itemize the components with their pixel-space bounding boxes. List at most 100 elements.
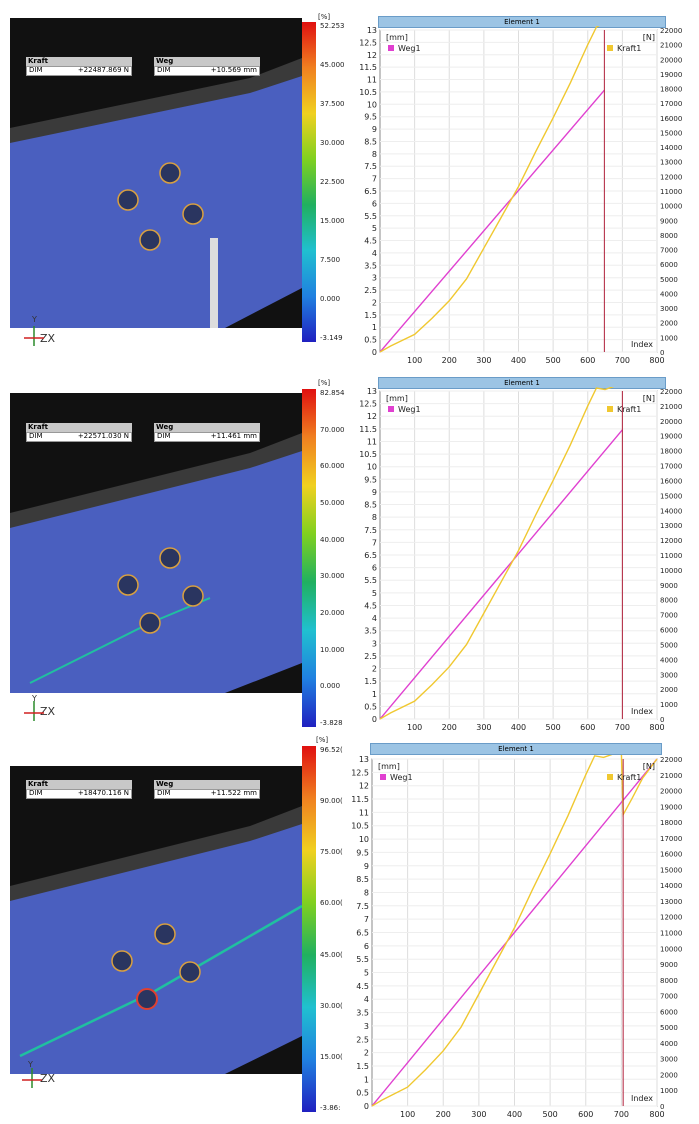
y-right-tick-label: 2000 <box>660 686 678 694</box>
x-tick-label: 700 <box>615 723 630 732</box>
axis-triad-icon <box>22 1068 42 1088</box>
colorbar-tick-label: 50.000 <box>320 499 345 507</box>
y-right-tick-label: 10000 <box>660 567 682 575</box>
y-right-tick-label: 1000 <box>660 334 678 342</box>
chart-svg: 100 200 300 400 500 600 700 80000.511.522.533.5… <box>359 26 682 365</box>
y-right-tick-label: 9000 <box>660 582 678 590</box>
y-right-tick-label: 5000 <box>660 276 678 284</box>
y-right-tick-label: 21000 <box>660 772 682 780</box>
kraft-value: +22487.869 N <box>77 66 129 74</box>
weg-value: +11.461 mm <box>210 432 257 440</box>
hole <box>159 547 181 569</box>
y-left-tick-label: 7.5 <box>364 162 377 171</box>
kraft-readout: Kraft DIM +22571.030 N <box>26 423 132 442</box>
colorbar-tick-label: 40.000 <box>320 535 345 544</box>
y-right-tick-label: 17000 <box>660 100 682 108</box>
colorbar-tick-label: 52.253 <box>320 22 345 30</box>
y-right-tick-label: 22000 <box>660 388 682 396</box>
y-left-tick-label: 10 <box>359 835 369 844</box>
y-left-tick-label: 3 <box>372 639 377 648</box>
y-right-tick-label: 20000 <box>660 418 682 426</box>
y-left-axis-label: [mm] <box>378 762 400 771</box>
y-left-tick-label: 4.5 <box>364 601 377 610</box>
legend-label-kraft: Kraft1 <box>617 405 641 414</box>
y-left-tick-label: 1 <box>372 323 377 332</box>
axis-zx-label: ZX <box>40 1072 56 1085</box>
y-left-tick-label: 10.5 <box>351 822 369 831</box>
chart-3: 100 200 300 400 500 600 700 800 0 0.5 1 1.5 2 2.5 3 3.5… <box>344 755 697 1124</box>
x-tick-label: 800 <box>649 723 664 732</box>
y-left-tick-label: 1 <box>372 690 377 699</box>
y-right-tick-label: 16000 <box>660 115 682 123</box>
y-left-tick-label: 1.5 <box>364 677 377 686</box>
y-left-tick-label: 12.5 <box>359 38 377 47</box>
y-left-tick-label: 5 <box>372 224 377 233</box>
y-left-tick-label: 12.5 <box>359 400 377 409</box>
y-right-tick-label: 8000 <box>660 232 678 240</box>
y-left-tick-label: 7.5 <box>356 902 369 911</box>
weg-label: Weg <box>154 423 260 432</box>
colorbar-tick-label: 60.00( <box>320 899 343 908</box>
y-left-tick-label: 4 <box>372 614 377 623</box>
x-tick-label: 400 <box>507 1110 522 1119</box>
y-left-tick-label: 6 <box>364 942 369 951</box>
x-tick-label: 600 <box>580 356 595 365</box>
y-left-tick-label: 5.5 <box>364 576 377 585</box>
legend-swatch-weg <box>380 774 386 780</box>
hole <box>159 162 181 184</box>
hole <box>111 950 133 972</box>
specimen-photo <box>10 766 302 1074</box>
y-right-tick-label: 5000 <box>660 1024 678 1032</box>
panel-1: Kraft DIM +22487.869 N Weg DIM +10.569 mm … <box>0 0 699 370</box>
y-left-tick-label: 3.5 <box>364 261 377 270</box>
y-right-tick-label: 5000 <box>660 641 678 649</box>
y-left-tick-label: 6.5 <box>356 929 369 938</box>
x-axis-label: Index <box>631 340 653 349</box>
y-right-axis-label: [N] <box>643 33 655 42</box>
colorbar-tick-label: 15.00( <box>320 1052 343 1061</box>
y-left-tick-label: 6 <box>372 564 377 573</box>
y-left-tick-label: 8 <box>372 150 377 159</box>
x-tick-label: 800 <box>649 1110 664 1119</box>
colorbar-tick-label: 70.000 <box>320 425 345 434</box>
legend-swatch-weg <box>388 45 394 51</box>
y-right-tick-label: 12000 <box>660 537 682 545</box>
hole <box>182 203 204 225</box>
colorbar-tick-label: 45.000 <box>320 61 345 69</box>
y-right-tick-label: 19000 <box>660 803 682 811</box>
y-left-tick-label: 11 <box>367 437 377 446</box>
x-tick-label: 600 <box>578 1110 593 1119</box>
hole <box>154 923 176 945</box>
y-right-tick-label: 7000 <box>660 612 678 620</box>
y-left-tick-label: 13 <box>359 755 369 764</box>
colorbar-tick-label: 90.00( <box>320 797 343 806</box>
y-left-tick-label: 9 <box>372 488 377 497</box>
y-right-tick-label: 4000 <box>660 656 678 664</box>
colorbar-tick-label: 96.52( <box>320 746 343 754</box>
kraft-value: +18470.116 N <box>77 789 129 797</box>
colorbar-tick-label: -3.149 <box>320 334 343 342</box>
y-left-tick-label: 0 <box>372 715 377 724</box>
y-left-tick-label: 10 <box>367 100 377 109</box>
legend-label-weg: Weg1 <box>390 773 413 782</box>
y-right-tick-label: 17000 <box>660 463 682 471</box>
kraft-readout: Kraft DIM +22487.869 N <box>26 57 132 76</box>
x-tick-label: 200 <box>436 1110 451 1119</box>
x-tick-label: 500 <box>545 356 560 365</box>
y-left-tick-label: 11 <box>359 808 369 817</box>
y-right-tick-label: 2000 <box>660 320 678 328</box>
cbar-unit: [%] <box>318 379 331 387</box>
y-right-tick-label: 1000 <box>660 701 678 709</box>
x-tick-label: 100 <box>407 356 422 365</box>
panel-3: Kraft DIM +18470.116 N Weg DIM +11.522 mm … <box>0 736 699 1124</box>
y-left-tick-label: 10 <box>367 463 377 472</box>
y-right-tick-label: 7000 <box>660 247 678 255</box>
y-left-tick-label: 1.5 <box>356 1062 369 1071</box>
y-right-tick-label: 9000 <box>660 961 678 969</box>
y-right-tick-label: 8000 <box>660 977 678 985</box>
y-left-tick-label: 5 <box>364 969 369 978</box>
y-left-tick-label: 12 <box>367 412 377 421</box>
y-right-tick-label: 16000 <box>660 851 682 859</box>
kraft-value: +22571.030 N <box>77 432 129 440</box>
y-right-axis-label: [N] <box>643 394 655 403</box>
